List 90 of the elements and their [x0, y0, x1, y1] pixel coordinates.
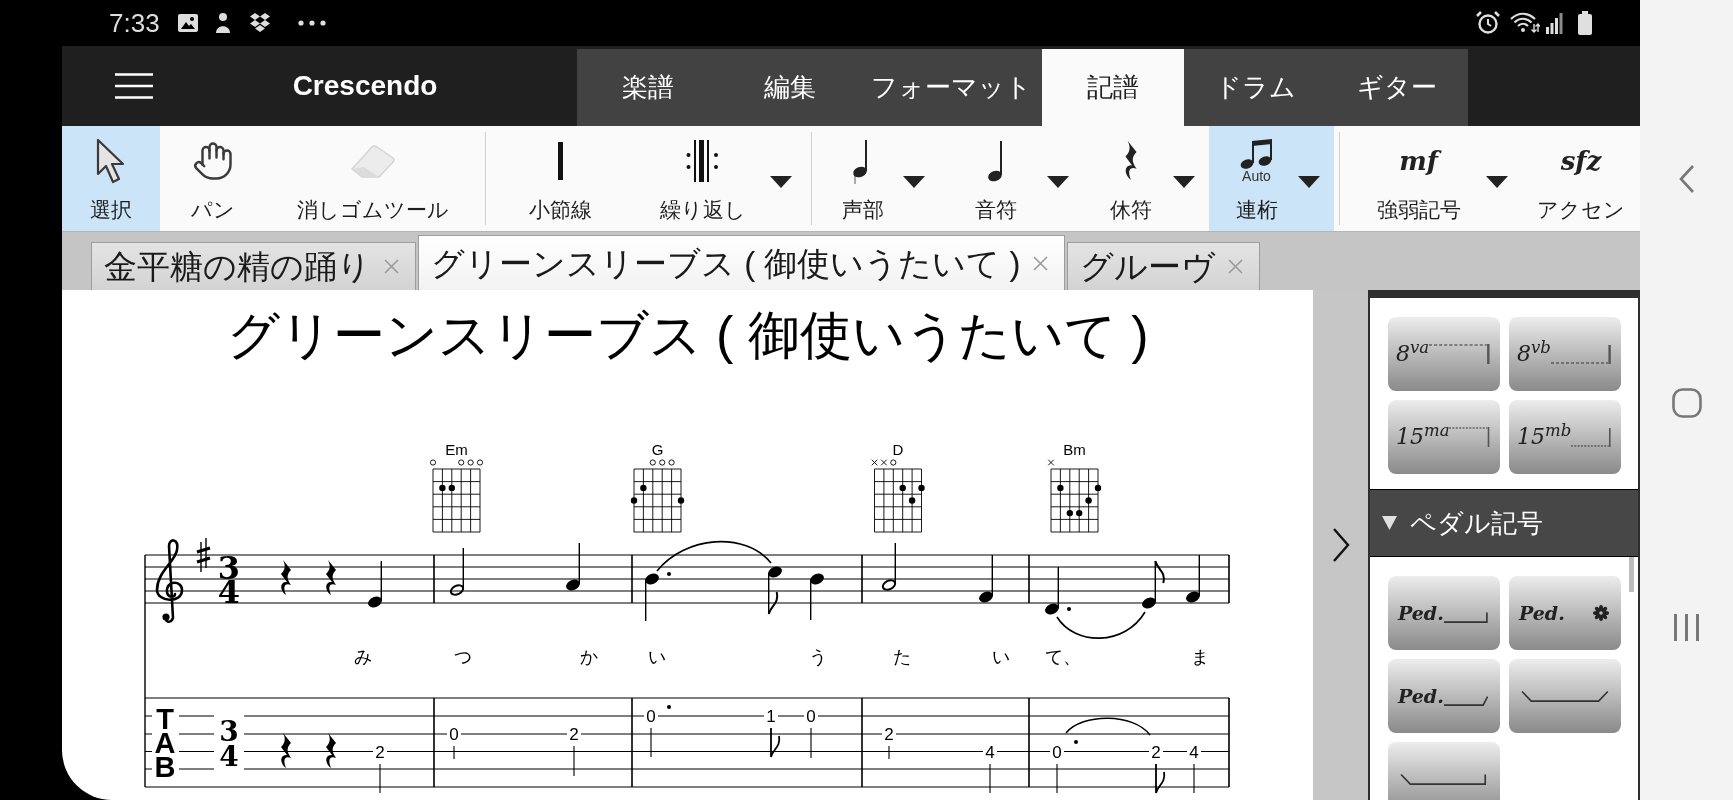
lyric-syllable: う — [809, 647, 827, 667]
repeat-barline-icon — [686, 140, 720, 182]
dynamics-button[interactable]: sfz アクセン — [1522, 126, 1640, 231]
lyric-syllable: い — [992, 647, 1010, 667]
fret-number: 0 — [449, 725, 459, 744]
ribbon-tab[interactable]: フォーマット — [861, 49, 1042, 126]
chord-name: G — [651, 441, 664, 458]
hand-icon — [191, 140, 234, 182]
voice-button[interactable]: 声部 — [817, 126, 939, 231]
pan-tool-button[interactable]: パン — [160, 126, 265, 231]
repeat-barline-button[interactable]: 繰り返し — [630, 126, 806, 231]
ribbon-tab[interactable]: 編集 — [719, 49, 861, 126]
fret-number: 2 — [1151, 742, 1161, 762]
chord-name: D — [892, 441, 904, 458]
home-icon[interactable] — [1671, 388, 1702, 418]
lyric-syllable: い — [648, 647, 666, 667]
dashed-bracket-icon — [1550, 342, 1611, 366]
fret-number: 2 — [375, 742, 385, 762]
fret-number: 2 — [569, 725, 579, 744]
app-title: Crescendo — [292, 69, 438, 103]
close-icon[interactable] — [1033, 255, 1049, 271]
fret-number: 0 — [806, 707, 816, 726]
dot-icon — [1074, 740, 1078, 744]
back-icon[interactable] — [1678, 164, 1695, 194]
rest-button[interactable]: 休符 — [1083, 126, 1209, 231]
lyric-syllable: み — [354, 647, 372, 667]
chord-name: Em — [445, 441, 468, 458]
scrollbar-thumb[interactable] — [1629, 557, 1634, 592]
menu-icon[interactable] — [115, 73, 153, 99]
image-icon — [177, 14, 198, 32]
alarm-clock-icon — [1476, 11, 1500, 35]
fret-number: 0 — [1052, 742, 1062, 762]
ribbon-tab[interactable]: 記譜 — [1042, 49, 1184, 126]
pedal-line-icon — [1398, 773, 1488, 785]
signal-icon — [1546, 12, 1563, 34]
dashed-bracket-icon — [1429, 342, 1490, 366]
pedal-marking-button[interactable] — [1388, 742, 1500, 800]
octave-line-button[interactable]: 15$^{ma}$ — [1388, 400, 1500, 474]
pedal-marking-button[interactable]: Ped. — [1509, 576, 1621, 650]
close-icon[interactable] — [1228, 259, 1244, 274]
lyric-syllable: た — [893, 647, 911, 667]
octave-line-button[interactable]: 8$^{va}$ — [1388, 317, 1500, 391]
beamed-notes-icon — [1239, 139, 1274, 169]
lyric-syllable: か — [580, 647, 598, 667]
fret-number: 0 — [646, 707, 656, 726]
dynamics-button[interactable]: mf 強弱記号 — [1345, 126, 1522, 231]
dot-icon — [667, 705, 671, 709]
document-tab[interactable]: グリーンスリーブス ( 御使いうたいて ) — [418, 235, 1066, 290]
note-button[interactable]: 音符 — [939, 126, 1083, 231]
barline-button[interactable]: 小節線 — [491, 126, 630, 231]
octave-line-button[interactable]: 15$^{mb}$ — [1509, 400, 1621, 474]
chevron-right-icon[interactable] — [1331, 527, 1350, 563]
asterisk-icon — [1593, 605, 1609, 621]
pointer-icon — [96, 138, 126, 184]
barline-icon — [558, 142, 563, 180]
close-icon[interactable] — [384, 259, 399, 274]
fret-number: 1 — [766, 707, 776, 726]
lyric-syllable: つ — [454, 647, 472, 667]
lyric-syllable: て、 — [1045, 647, 1081, 667]
battery-icon — [1578, 11, 1592, 35]
dashed-bracket-icon — [1571, 425, 1611, 449]
ribbon-tab[interactable]: 楽譜 — [577, 49, 719, 126]
diamonds-icon — [248, 13, 271, 33]
document-tab[interactable]: 金平糖の精の踊り — [91, 242, 416, 290]
pedal-line-icon — [1443, 694, 1488, 706]
ribbon-tab[interactable]: ギター — [1326, 49, 1468, 126]
fret-number: 4 — [1189, 742, 1199, 762]
eraser-tool-button[interactable]: 消しゴムツール — [265, 126, 480, 231]
pedal-marking-button[interactable]: Ped. — [1388, 659, 1500, 733]
lyric-syllable: ま — [1191, 647, 1209, 667]
octave-line-button[interactable]: 8$^{vb}$ — [1509, 317, 1621, 391]
pedal-marking-button[interactable]: Ped. — [1388, 576, 1500, 650]
beam-button[interactable]: Auto 連桁 — [1209, 126, 1334, 231]
pedal-marking-button[interactable] — [1509, 659, 1621, 733]
section-header[interactable]: ペダル記号 — [1370, 489, 1638, 557]
document-tab[interactable]: グルーヴ — [1067, 242, 1261, 290]
quarter-rest-icon — [1123, 141, 1139, 181]
ribbon-tab[interactable]: ドラム — [1184, 49, 1326, 126]
eraser-icon — [349, 143, 396, 179]
more-icon — [297, 20, 326, 26]
fret-number: 4 — [985, 742, 995, 762]
select-tool-button[interactable]: 選択 — [62, 126, 160, 231]
pedal-line-icon — [1519, 690, 1609, 702]
dashed-bracket-icon — [1449, 425, 1490, 449]
recent-apps-icon[interactable] — [1673, 613, 1700, 642]
status-time: 7:33 — [109, 10, 160, 36]
chord-name: Bm — [1063, 441, 1086, 458]
fret-number: 2 — [884, 725, 894, 744]
pedal-line-icon — [1443, 611, 1488, 623]
wifi-icon — [1510, 12, 1540, 34]
